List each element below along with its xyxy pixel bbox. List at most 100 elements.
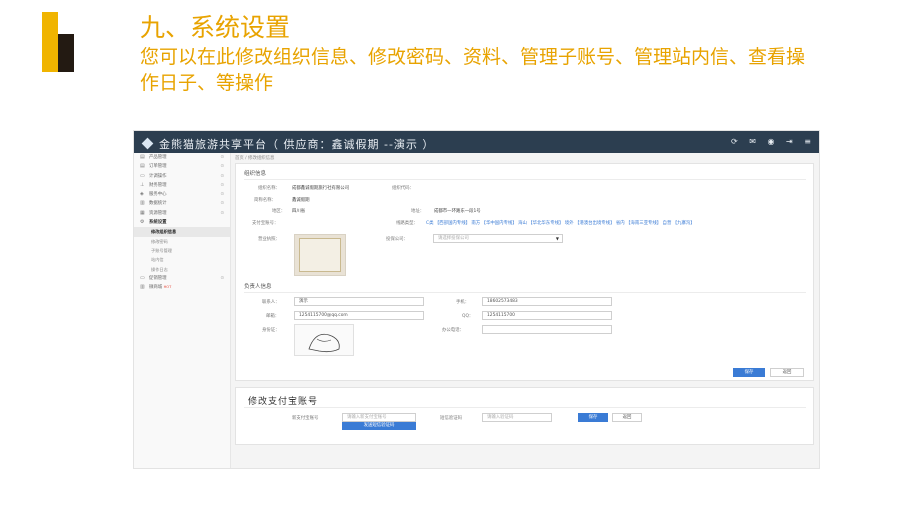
sidebar-sub-messages[interactable]: 站内信 bbox=[134, 255, 230, 264]
contact-person-label: 联系人： bbox=[262, 300, 280, 305]
org-name-value: 成都鑫诚假期旅行社有限公司 bbox=[292, 186, 350, 191]
contact-email-input[interactable]: 1254115700@qq.com bbox=[294, 311, 424, 320]
app-window: 金熊猫旅游共享平台（ 供应商：鑫诚假期 --演示 ） ⟳ ✉ ◉ ⇥ ≡ ▤ 产品… bbox=[133, 130, 820, 469]
sms-code-input[interactable]: 请输入验证码 bbox=[482, 413, 552, 422]
alipay-section-title: 修改支付宝账号 bbox=[248, 397, 319, 407]
alipay-panel: 修改支付宝账号 新支付宝账号 请输入新支付宝账号 发送短信验证码 短信验证码 请… bbox=[235, 387, 814, 445]
sidebar-item-store[interactable]: ▥ 微商城 HOT bbox=[134, 283, 230, 292]
contact-mobile-label: 手机： bbox=[456, 300, 470, 305]
org-abbr-value: 鑫诚假期 bbox=[292, 198, 310, 203]
stats-icon: ▥ bbox=[140, 200, 145, 207]
caret-down-icon: ▼ bbox=[555, 236, 559, 241]
chevron-icon: ⊙ bbox=[220, 164, 224, 170]
org-name-label: 组织名称： bbox=[258, 186, 280, 191]
slide-subtitle: 您可以在此修改组织信息、修改密码、资料、管理子账号、管理站内信、查看操作日子、等… bbox=[140, 46, 806, 94]
chevron-icon: ⊙ bbox=[220, 182, 224, 188]
org-insurance-label: 投保公司： bbox=[386, 237, 408, 242]
contact-section-title: 负责人信息 bbox=[244, 284, 272, 290]
tag-icon: ◈ bbox=[140, 191, 144, 198]
alipay-back-button[interactable]: 返回 bbox=[612, 413, 642, 422]
org-account-label: 支付宝账号： bbox=[252, 221, 279, 226]
sidebar-item-label: 促销管理 bbox=[149, 275, 167, 281]
sidebar-item-label: 系统设置 bbox=[149, 220, 167, 226]
refresh-icon[interactable]: ⟳ bbox=[731, 137, 738, 146]
org-section-title: 组织信息 bbox=[244, 171, 267, 177]
logout-icon[interactable]: ⇥ bbox=[786, 137, 793, 146]
sidebar-item-orders[interactable]: ▤ 订单管理 ⊙ bbox=[134, 162, 230, 171]
chart-icon: ⊥ bbox=[140, 181, 145, 188]
insurance-placeholder: 请选择投保公司 bbox=[438, 236, 469, 241]
contact-email-label: 邮箱： bbox=[266, 314, 280, 319]
save-button[interactable]: 保存 bbox=[733, 368, 765, 377]
topbar-tools: ⟳ ✉ ◉ ⇥ ≡ bbox=[722, 137, 811, 146]
sidebar-item-label: 微商城 bbox=[149, 285, 163, 291]
sidebar-item-label: 产品管理 bbox=[149, 155, 167, 160]
sidebar-item-settings[interactable]: ⚙ 系统设置 bbox=[134, 218, 230, 227]
sidebar-sub-password[interactable]: 修改密码 bbox=[134, 237, 230, 246]
chevron-icon: ⊙ bbox=[220, 173, 224, 179]
license-image[interactable] bbox=[294, 234, 346, 276]
org-form-panel: 组织信息 组织名称： 成都鑫诚假期旅行社有限公司 组织代码： 简称名称： 鑫诚假… bbox=[235, 163, 814, 381]
sidebar-item-finance[interactable]: ⊥ 财务管理 ⊙ bbox=[134, 181, 230, 190]
sidebar-item-products[interactable]: ▤ 产品管理 ⊙ bbox=[134, 153, 230, 162]
gear-icon: ⚙ bbox=[140, 219, 145, 226]
chevron-icon: ⊙ bbox=[220, 275, 224, 281]
contact-phone-input[interactable] bbox=[482, 325, 612, 334]
sidebar-item-label: 服务中心 bbox=[149, 192, 167, 198]
sidebar-item-label: 数据统计 bbox=[149, 201, 167, 207]
org-route-label: 线路类型： bbox=[396, 221, 418, 226]
divider bbox=[244, 179, 806, 180]
mail-icon[interactable]: ✉ bbox=[749, 137, 756, 146]
contact-qq-input[interactable]: 1254115700 bbox=[482, 311, 612, 320]
app-topbar: 金熊猫旅游共享平台（ 供应商：鑫诚假期 --演示 ） ⟳ ✉ ◉ ⇥ ≡ bbox=[134, 131, 819, 153]
chevron-icon: ⊙ bbox=[220, 155, 224, 160]
id-sketch-icon bbox=[308, 333, 340, 353]
sidebar-item-label: 计调操作 bbox=[149, 173, 167, 179]
brand-text: 金熊猫旅游共享平台（ 供应商：鑫诚假期 --演示 ） bbox=[159, 138, 435, 151]
org-license-label: 营业执照： bbox=[258, 237, 280, 242]
sidebar-item-label: 资源管理 bbox=[149, 210, 167, 216]
insurance-select[interactable]: 请选择投保公司 ▼ bbox=[433, 234, 563, 243]
sidebar-item-resources[interactable]: ▦ 资源管理 ⊙ bbox=[134, 209, 230, 218]
hot-badge: HOT bbox=[163, 285, 172, 290]
sms-code-label: 短信验证码 bbox=[440, 416, 462, 421]
user-icon[interactable]: ◉ bbox=[768, 137, 775, 146]
org-region-value: 四川省 bbox=[292, 209, 306, 214]
contact-mobile-input[interactable]: 18602573483 bbox=[482, 297, 612, 306]
org-region-label: 地区： bbox=[272, 209, 286, 214]
app-brand[interactable]: 金熊猫旅游共享平台（ 供应商：鑫诚假期 --演示 ） bbox=[141, 136, 435, 152]
contact-person-input[interactable]: 演示 bbox=[294, 297, 424, 306]
chevron-icon: ⊙ bbox=[220, 210, 224, 216]
brand-logo-icon bbox=[141, 137, 154, 150]
back-button[interactable]: 返回 bbox=[770, 368, 804, 377]
org-address-value: 成都市一环路东一段1号 bbox=[434, 209, 481, 214]
sidebar-sub-logs[interactable]: 操作日志 bbox=[134, 265, 230, 274]
chevron-icon: ⊙ bbox=[220, 192, 224, 198]
sidebar-item-label: 财务管理 bbox=[149, 182, 167, 188]
contact-id-label: 身份证： bbox=[262, 328, 280, 333]
id-card-image[interactable] bbox=[294, 324, 354, 356]
sidebar-item-service[interactable]: ◈ 服务中心 ⊙ bbox=[134, 190, 230, 199]
org-route-value[interactable]: C类 【西部国内专线】 南方 【华中国内专线】 海山 【华北华东专线】 境外 【… bbox=[426, 220, 806, 227]
license-paper bbox=[299, 238, 341, 272]
sidebar-sub-subaccounts[interactable]: 子账号管理 bbox=[134, 246, 230, 255]
sidebar-item-stats[interactable]: ▥ 数据统计 ⊙ bbox=[134, 199, 230, 208]
slide-title: 九、系统设置 bbox=[140, 13, 291, 42]
org-code-label: 组织代码： bbox=[392, 186, 414, 191]
menu-icon[interactable]: ≡ bbox=[804, 137, 811, 146]
sidebar: ▤ 产品管理 ⊙ ▤ 订单管理 ⊙ ▭ 计调操作 ⊙ ⊥ 财务管理 ⊙ ◈ 服务中心 ⊙ ▥ 数据统计… bbox=[134, 153, 231, 468]
breadcrumb: 首页 / 修改组织信息 bbox=[235, 156, 275, 161]
send-code-button[interactable]: 发送短信验证码 bbox=[342, 422, 416, 430]
contact-phone-label: 办公电话： bbox=[442, 328, 464, 333]
new-account-input[interactable]: 请输入新支付宝账号 bbox=[342, 413, 416, 422]
card-icon: ▭ bbox=[140, 172, 145, 179]
org-abbr-label: 简称名称： bbox=[254, 198, 276, 203]
alipay-save-button[interactable]: 保存 bbox=[578, 413, 608, 422]
sidebar-item-label: 订单管理 bbox=[149, 164, 167, 170]
sidebar-item-dispatch[interactable]: ▭ 计调操作 ⊙ bbox=[134, 172, 230, 181]
sidebar-sub-org-info[interactable]: 修改组织信息 bbox=[134, 227, 230, 237]
new-account-label: 新支付宝账号 bbox=[292, 416, 319, 421]
logo-dark-bar bbox=[58, 34, 74, 72]
list-icon: ▤ bbox=[140, 163, 145, 170]
sidebar-item-promotion[interactable]: ▭ 促销管理 ⊙ bbox=[134, 274, 230, 283]
